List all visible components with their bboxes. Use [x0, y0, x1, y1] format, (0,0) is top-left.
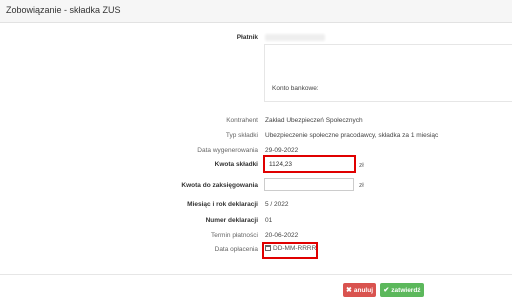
- generated-date-value: 29-09-2022: [265, 147, 299, 154]
- footer-divider: [0, 274, 512, 275]
- contractor-value: Zakład Ubezpieczeń Społecznych: [265, 117, 363, 124]
- payment-date-field[interactable]: DD-MM-RRRR: [265, 245, 316, 252]
- declaration-number-label: Numer deklaracji: [205, 217, 258, 224]
- payer-label: Płatnik: [236, 34, 258, 41]
- payer-name-redacted: [265, 34, 325, 41]
- generated-date-label: Data wygenerowania: [197, 147, 258, 154]
- amount-label: Kwota składki: [214, 161, 258, 168]
- bank-account-label: Konto bankowe:: [272, 85, 319, 92]
- payer-details-box: Konto bankowe:: [264, 44, 512, 102]
- approve-button-label: zatwierdź: [391, 286, 421, 294]
- due-date-label: Termin płatności: [211, 232, 258, 239]
- declaration-number-value: 01: [265, 217, 273, 224]
- check-icon: ✔: [383, 287, 390, 294]
- cancel-button[interactable]: ✖ anuluj: [343, 283, 376, 297]
- payment-date-placeholder: DD-MM-RRRR: [273, 245, 317, 252]
- post-amount-label: Kwota do zaksięgowania: [181, 182, 258, 189]
- contractor-label: Kontrahent: [226, 117, 258, 124]
- post-amount-unit: zł: [359, 182, 364, 189]
- contribution-type-label: Typ składki: [225, 132, 258, 139]
- payment-date-label: Data opłacenia: [214, 246, 258, 253]
- declaration-period-value: 5 / 2022: [265, 201, 289, 208]
- amount-input[interactable]: [266, 158, 353, 170]
- dialog-header: Zobowiązanie - składka ZUS: [0, 0, 512, 23]
- amount-unit: zł: [359, 162, 364, 169]
- dialog-title: Zobowiązanie - składka ZUS: [6, 5, 121, 15]
- approve-button[interactable]: ✔ zatwierdź: [380, 283, 424, 297]
- close-icon: ✖: [345, 287, 352, 294]
- cancel-button-label: anuluj: [353, 286, 373, 294]
- due-date-value: 20-06-2022: [265, 232, 299, 239]
- contribution-type-value: Ubezpieczenie społeczne pracodawcy, skła…: [265, 132, 439, 139]
- calendar-icon[interactable]: [265, 245, 271, 251]
- declaration-period-label: Miesiąc i rok deklaracji: [187, 201, 258, 208]
- post-amount-input[interactable]: [264, 178, 354, 191]
